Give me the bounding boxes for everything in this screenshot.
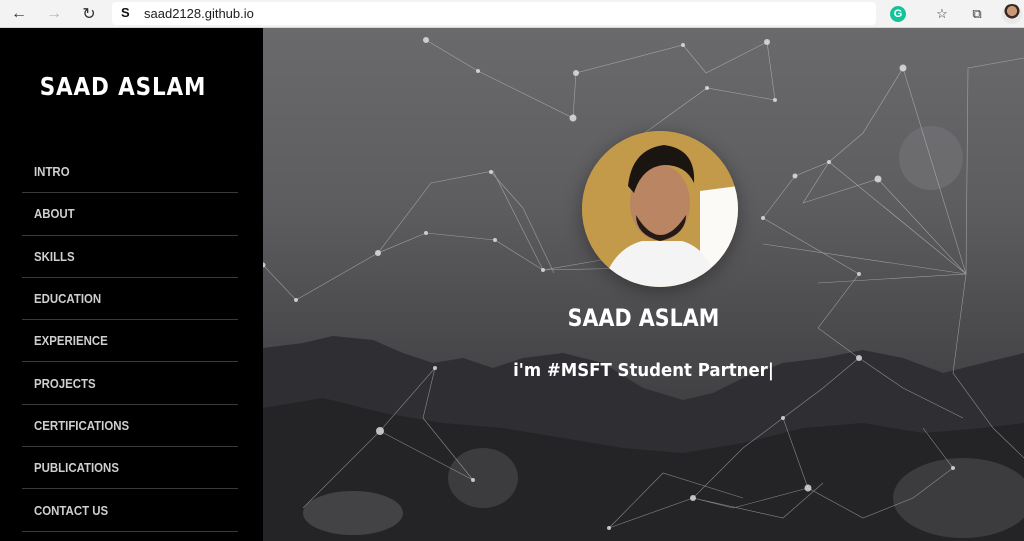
reload-icon[interactable]: ↻ [79,4,99,24]
sidebar-item-projects[interactable]: PROJECTS [22,362,238,405]
sidebar-item-label: CERTIFICATIONS [34,417,130,433]
sidebar-item-label: ABOUT [34,206,75,222]
url-text[interactable]: saad2128.github.io [144,6,254,21]
forward-icon[interactable]: → [44,4,64,24]
sidebar-item-certifications[interactable]: CERTIFICATIONS [22,405,238,448]
sidebar-item-intro[interactable]: INTRO [22,151,238,194]
brand-logo[interactable]: SAAD ASLAM [17,72,229,101]
sidebar-item-label: CONTACT US [34,502,109,518]
sidebar-item-education[interactable]: EDUCATION [22,278,238,321]
sidebar-item-skills[interactable]: SKILLS [22,236,238,278]
grammarly-extension-icon[interactable]: G [890,6,906,22]
sidebar: SAAD ASLAM INTRO ABOUT SKILLS EDUCATION … [0,28,263,541]
address-bar[interactable]: S saad2128.github.io [112,2,876,25]
sidebar-item-contact-us[interactable]: CONTACT US [22,489,238,532]
sidebar-item-label: EDUCATION [34,291,102,307]
sidebar-item-label: PUBLICATIONS [34,460,119,476]
hero-name: SAAD ASLAM [567,304,720,332]
browser-toolbar: ← → ↻ S saad2128.github.io G ☆ ⧉ [0,0,1024,28]
sidebar-item-experience[interactable]: EXPERIENCE [22,320,238,363]
sidebar-menu: INTRO ABOUT SKILLS EDUCATION EXPERIENCE … [22,151,238,532]
sidebar-item-label: EXPERIENCE [34,333,108,349]
sidebar-item-label: PROJECTS [34,375,96,391]
hero-section: SAAD ASLAM i'm #MSFT Student Partner| [263,28,1024,541]
hero-tagline: i'm #MSFT Student Partner| [513,360,774,381]
sidebar-item-label: INTRO [34,164,70,180]
profile-photo [582,131,738,287]
sidebar-item-about[interactable]: ABOUT [22,193,238,236]
favorites-icon[interactable]: ☆ [933,5,951,23]
profile-avatar[interactable] [1002,4,1022,24]
sidebar-item-publications[interactable]: PUBLICATIONS [22,447,238,490]
collections-icon[interactable]: ⧉ [968,5,986,23]
site-favicon-icon: S [121,5,130,20]
back-icon[interactable]: ← [9,4,29,24]
sidebar-item-label: SKILLS [34,248,75,264]
